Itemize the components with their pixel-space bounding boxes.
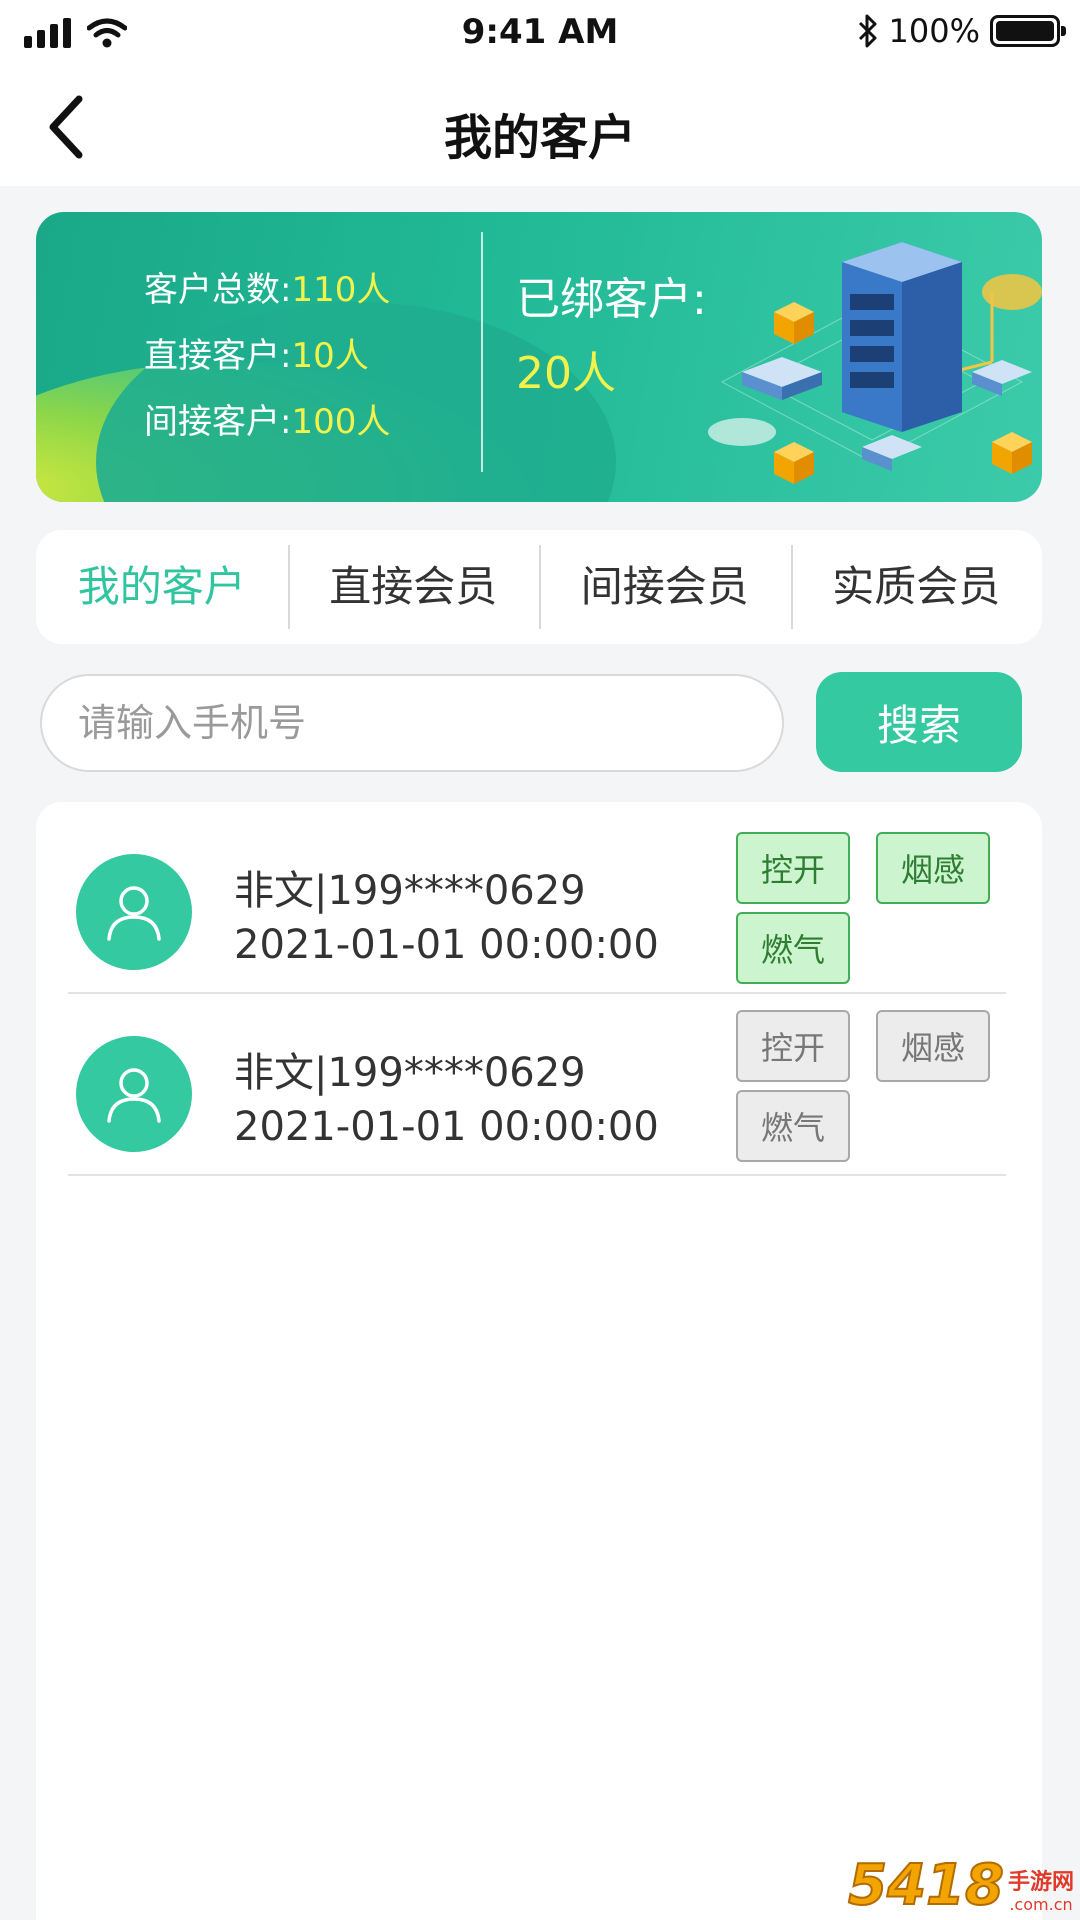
watermark-number: 5418: [847, 1853, 1005, 1918]
list-item[interactable]: 非文|199****0629 2021-01-01 00:00:00 控开 烟感…: [68, 812, 1006, 994]
customer-name: 非文|199****0629: [234, 1050, 586, 1096]
tab-my-customers[interactable]: 我的客户: [36, 545, 288, 629]
nav-bar: 我的客户: [0, 68, 1080, 186]
tag-smoke-sensor[interactable]: 烟感: [876, 832, 990, 904]
page-title: 我的客户: [443, 110, 636, 166]
watermark-cn: 手游网: [1007, 1870, 1074, 1895]
tag-gas[interactable]: 燃气: [736, 912, 850, 984]
battery-percent: 100%: [888, 12, 980, 50]
customer-tabs: 我的客户 直接会员 间接会员 实质会员: [36, 530, 1042, 644]
user-icon: [107, 1068, 161, 1123]
bound-label: 已绑客户:: [516, 274, 707, 325]
tag-control-switch[interactable]: 控开: [736, 1010, 850, 1082]
customer-stats: 客户总数:110人 直接客户:10人 间接客户:100人: [144, 268, 390, 444]
bound-value: 20人: [516, 348, 616, 399]
status-right-group: 100%: [857, 12, 1066, 50]
tag-control-switch[interactable]: 控开: [736, 832, 850, 904]
tab-direct-members[interactable]: 直接会员: [287, 545, 540, 629]
customer-summary-banner: 客户总数:110人 直接客户:10人 间接客户:100人 已绑客户: 20人: [36, 212, 1042, 502]
avatar: [76, 854, 192, 970]
customer-list: 非文|199****0629 2021-01-01 00:00:00 控开 烟感…: [36, 802, 1042, 1920]
watermark-domain: .com.cn: [1009, 1895, 1073, 1914]
customer-date: 2021-01-01 00:00:00: [234, 922, 659, 968]
phone-search-input[interactable]: [40, 674, 784, 772]
list-item[interactable]: 非文|199****0629 2021-01-01 00:00:00 控开 烟感…: [68, 994, 1006, 1176]
status-bar: 9:41 AM 100%: [0, 0, 1080, 68]
watermark-logo: 5418 手游网 .com.cn: [847, 1853, 1074, 1918]
tag-gas[interactable]: 燃气: [736, 1090, 850, 1162]
bluetooth-icon: [858, 14, 877, 48]
customer-date: 2021-01-01 00:00:00: [234, 1104, 659, 1150]
watermark-text: 手游网 .com.cn: [1008, 1870, 1074, 1914]
tab-indirect-members[interactable]: 间接会员: [539, 545, 791, 629]
stat-total: 客户总数:110人: [144, 270, 391, 310]
stat-indirect: 间接客户:100人: [144, 402, 391, 442]
tag-smoke-sensor[interactable]: 烟感: [876, 1010, 990, 1082]
user-icon: [107, 886, 161, 941]
customer-name: 非文|199****0629: [234, 868, 586, 914]
battery-icon: [990, 15, 1066, 47]
tab-actual-members[interactable]: 实质会员: [790, 545, 1043, 629]
banner-divider: [481, 232, 483, 472]
avatar: [76, 1036, 192, 1152]
search-button[interactable]: 搜索: [816, 672, 1022, 772]
stat-direct: 直接客户:10人: [144, 336, 369, 376]
bound-customers: 已绑客户: 20人: [516, 272, 707, 402]
server-illustration-icon: [708, 242, 1042, 484]
